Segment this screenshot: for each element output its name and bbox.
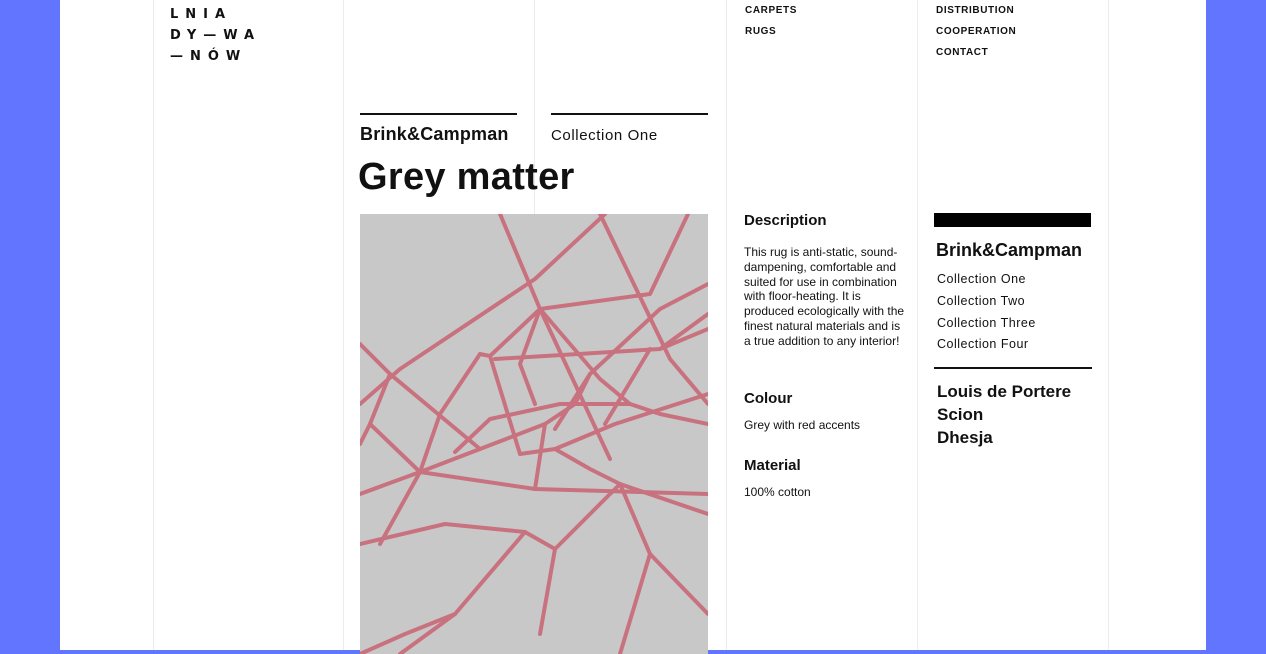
sidebar-brands: Louis de Portere Scion Dhesja [937,380,1071,449]
logo-line-3: —NÓW [170,49,248,64]
nav-link-distribution[interactable]: DISTRIBUTION [936,0,1016,21]
nav-link-rugs[interactable]: RUGS [745,21,797,42]
nav-company: DISTRIBUTION COOPERATION CONTACT [936,0,1016,63]
description-text: This rug is anti-static, sound-dampening… [744,245,905,348]
collection-rule [551,113,708,115]
sidebar-collections: Collection One Collection Two Collection… [937,269,1036,356]
description-heading: Description [744,212,827,229]
material-value: 100% cotton [744,485,811,499]
nav-products: CARPETS RUGS [745,0,797,42]
sidebar-item-dhesja[interactable]: Dhesja [937,426,1071,449]
grid-line [1108,0,1109,650]
product-title: Grey matter [358,156,575,198]
rug-image [360,214,708,654]
nav-link-carpets[interactable]: CARPETS [745,0,797,21]
sidebar-rule [934,367,1092,369]
brand-rule [360,113,517,115]
colour-value: Grey with red accents [744,418,861,432]
grid-line [153,0,154,650]
sidebar-item-louis-de-portere[interactable]: Louis de Portere [937,380,1071,403]
product-collection-link[interactable]: Collection One [551,127,658,144]
sidebar-item-collection-two[interactable]: Collection Two [937,291,1036,313]
grid-line [726,0,727,650]
site-logo[interactable]: LNIA DY—WA —NÓW [170,4,261,67]
material-heading: Material [744,457,801,474]
colour-heading: Colour [744,390,793,407]
sidebar-bar [934,213,1091,227]
sidebar-item-collection-four[interactable]: Collection Four [937,334,1036,356]
sidebar-brand-link[interactable]: Brink&Campman [936,240,1082,261]
sidebar-item-collection-one[interactable]: Collection One [937,269,1036,291]
product-brand-link[interactable]: Brink&Campman [360,124,509,145]
grid-line [917,0,918,650]
nav-link-contact[interactable]: CONTACT [936,42,1016,63]
logo-line-2: DY—WA [170,28,262,43]
logo-line-1: LNIA [170,7,233,22]
sidebar-item-collection-three[interactable]: Collection Three [937,313,1036,335]
nav-link-cooperation[interactable]: COOPERATION [936,21,1016,42]
grid-line [343,0,344,650]
sidebar-item-scion[interactable]: Scion [937,403,1071,426]
